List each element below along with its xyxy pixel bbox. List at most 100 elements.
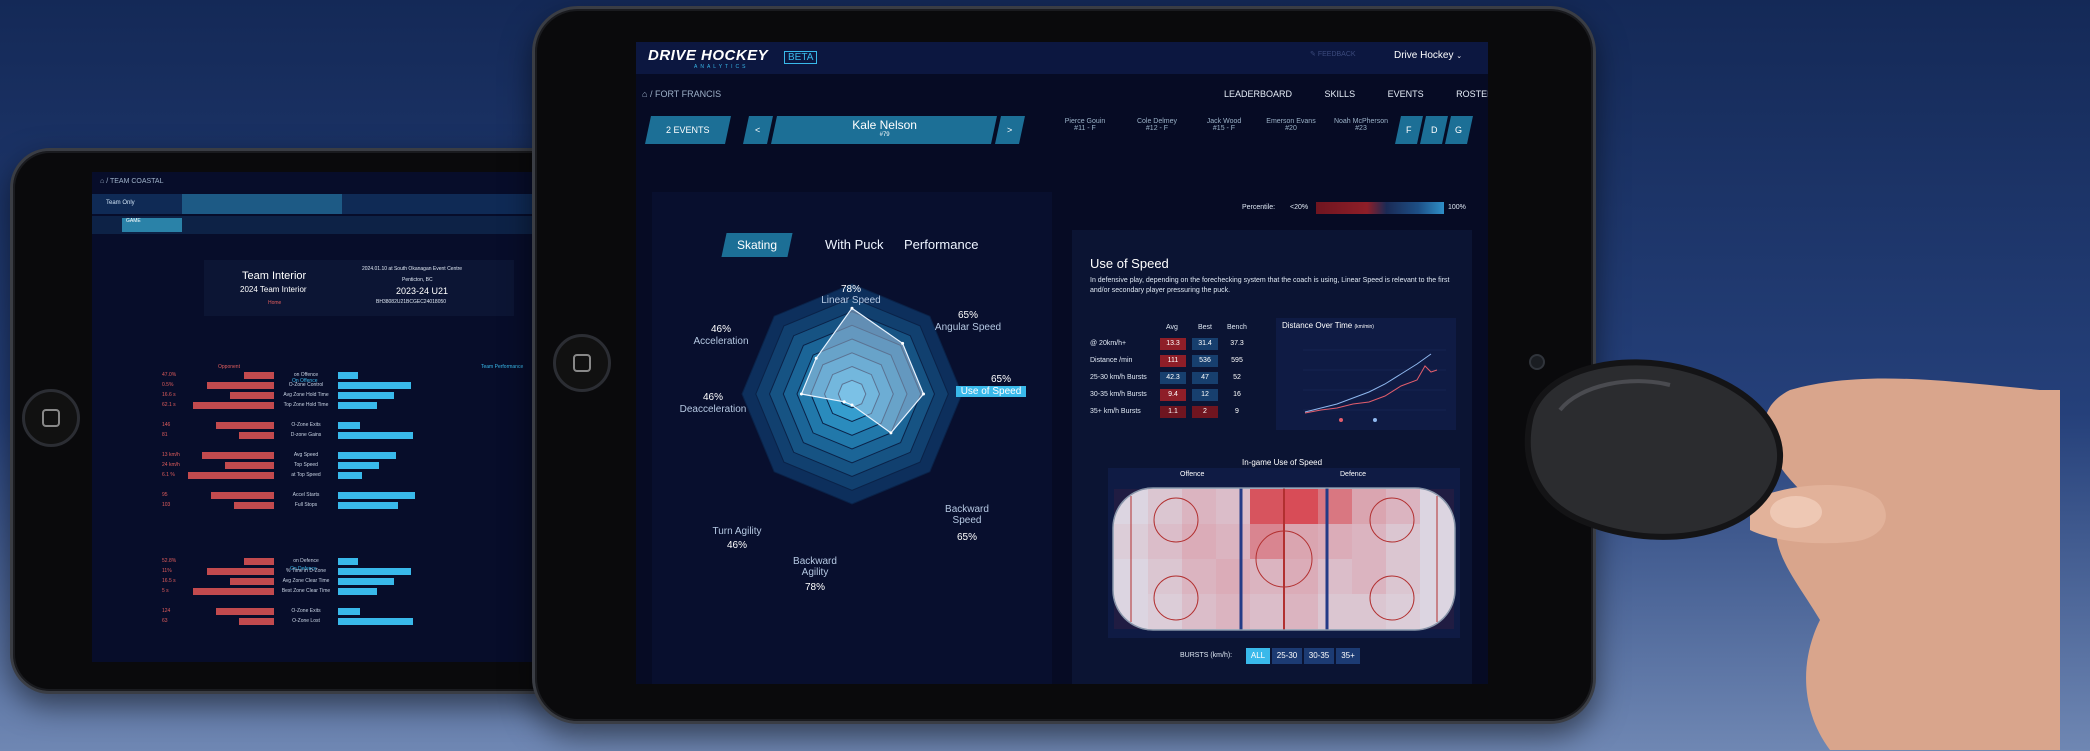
radar-axis-label[interactable]: Acceleration [676, 336, 766, 347]
left-row-opponent-bar [244, 558, 274, 565]
home-icon[interactable]: ⌂ [100, 178, 104, 185]
radar-axis-label[interactable]: Turn Agility [692, 526, 782, 537]
left-row-team-bar [338, 568, 411, 575]
next-icon: > [1007, 125, 1013, 135]
left-row-opponent-bar [234, 502, 274, 509]
bursts-35-plus[interactable]: 35+ [1336, 648, 1360, 664]
left-home-button[interactable] [22, 389, 80, 447]
left-row-value: 81 [162, 432, 168, 438]
heat-cell [1352, 594, 1386, 629]
left-row-team-bar [338, 472, 362, 479]
tab-skating[interactable]: Skating [721, 233, 793, 257]
radar-axis-value: 65% [957, 310, 978, 321]
distance-chart-title: Distance Over Time (km/min) [1282, 321, 1374, 330]
nav-leaderboard[interactable]: LEADERBOARD [1224, 89, 1292, 99]
radar-axis-label[interactable]: Use of Speed [956, 386, 1026, 397]
player-option-meta: #23 [1355, 125, 1367, 132]
distance-line-bench [1304, 353, 1432, 413]
radar-axis-label[interactable]: Deacceleration [668, 404, 758, 415]
distance-chart [1303, 349, 1446, 422]
prev-player-button[interactable]: < [743, 116, 773, 144]
left-event-chip[interactable]: GAME [122, 218, 182, 232]
detail-row-avg: 1.1 [1160, 406, 1186, 418]
bursts-all[interactable]: ALL [1246, 648, 1270, 664]
radar-axis-label[interactable]: Linear Speed [806, 295, 896, 306]
filter-defence[interactable]: D [1420, 116, 1448, 144]
account-name: Drive Hockey [1394, 50, 1454, 61]
left-filter-label[interactable]: Team Only [106, 200, 135, 206]
feedback-link[interactable]: ✎ FEEDBACK [1310, 50, 1356, 58]
nav-roster[interactable]: ROSTER [1456, 89, 1488, 99]
tab-with-puck[interactable]: With Puck [825, 237, 884, 252]
left-row-team-bar [338, 608, 360, 615]
heat-cell [1250, 489, 1284, 524]
main-home-button[interactable] [553, 334, 611, 392]
hand-with-sensor [1524, 359, 2060, 750]
heat-cell [1352, 489, 1386, 524]
radar-axis-label[interactable]: Angular Speed [923, 322, 1013, 333]
heat-cell [1216, 489, 1250, 524]
left-row-opponent-bar [211, 492, 274, 499]
col-bench: Bench [1227, 324, 1247, 331]
filter-forward[interactable]: F [1395, 116, 1423, 144]
player-option[interactable]: Noah McPherson #23 [1326, 118, 1396, 132]
player-option[interactable]: Pierce Gouin #11 - F [1050, 118, 1120, 132]
prev-icon: < [755, 125, 761, 135]
left-row-opponent-bar [225, 462, 274, 469]
player-option[interactable]: Emerson Evans #20 [1256, 118, 1326, 132]
account-menu[interactable]: Drive Hockey ⌄ [1394, 50, 1462, 61]
heat-cell [1386, 594, 1420, 629]
player-option[interactable]: Jack Wood #15 - F [1189, 118, 1259, 132]
player-option-name: Pierce Gouin [1064, 118, 1106, 125]
radar-axis-label[interactable]: Backward Speed [937, 504, 997, 526]
heat-cell [1318, 524, 1352, 559]
left-row-team-bar [338, 462, 379, 469]
player-option-meta: #11 - F [1074, 125, 1096, 132]
player-option[interactable]: Cole Delmey #12 - F [1122, 118, 1192, 132]
chevron-down-icon: ⌄ [1456, 53, 1463, 60]
percentile-low: <20% [1290, 204, 1309, 211]
bursts-25-30[interactable]: 25-30 [1272, 648, 1302, 664]
left-row-label: Avg Zone Clear Time [282, 578, 330, 584]
left-row-team-bar [338, 502, 398, 509]
percentile-label: Percentile: [1242, 204, 1276, 211]
logo[interactable]: DRIVE HOCKEY ANALYTICS [648, 47, 768, 70]
events-button-label: 2 EVENTS [666, 125, 710, 135]
left-row-value: 16.6 s [162, 392, 176, 398]
home-icon[interactable]: ⌂ [642, 89, 647, 99]
radar-point [850, 403, 854, 407]
breadcrumb-text[interactable]: / FORT FRANCIS [650, 89, 721, 99]
left-row-label: Avg Zone Hold Time [283, 392, 329, 398]
filter-goalie[interactable]: G [1445, 116, 1473, 144]
nav-skills[interactable]: SKILLS [1325, 89, 1356, 99]
left-breadcrumb[interactable]: / TEAM COASTAL [106, 178, 163, 185]
left-row-label: Full Stops [294, 502, 318, 508]
tab-performance[interactable]: Performance [904, 237, 978, 252]
player-selector[interactable]: Kale Nelson #79 [771, 116, 997, 144]
bursts-30-35[interactable]: 30-35 [1304, 648, 1334, 664]
radar-axis-label[interactable]: Backward Agility [785, 556, 845, 578]
radar-point [922, 392, 925, 396]
col-best: Best [1198, 324, 1213, 331]
left-team-link[interactable]: Home [268, 300, 281, 306]
player-name: Kale Nelson [852, 118, 917, 132]
events-button[interactable]: 2 EVENTS [645, 116, 731, 144]
detail-row-bench: 16 [1233, 391, 1241, 398]
radar-point [850, 306, 854, 310]
detail-row-avg: 9.4 [1160, 389, 1186, 401]
detail-row-label: 30-35 km/h Bursts [1090, 391, 1147, 398]
left-row-team-bar [338, 452, 396, 459]
radar-point [799, 392, 803, 396]
detail-row-bench: 595 [1231, 357, 1243, 364]
left-row-team-bar [338, 372, 358, 379]
main-screen: DRIVE HOCKEY ANALYTICS BETA ✎ FEEDBACK D… [636, 42, 1488, 684]
heat-cell [1216, 559, 1250, 594]
detail-row-best: 536 [1192, 355, 1218, 367]
nav-events[interactable]: EVENTS [1388, 89, 1424, 99]
left-row-label: O-Zone Exits [291, 422, 321, 428]
left-player-chip[interactable] [182, 194, 342, 214]
heat-cell [1182, 594, 1216, 629]
left-event-code: BH38082U21BCGEC24018050 [376, 299, 447, 305]
left-row-opponent-bar [216, 608, 274, 615]
next-player-button[interactable]: > [995, 116, 1025, 144]
